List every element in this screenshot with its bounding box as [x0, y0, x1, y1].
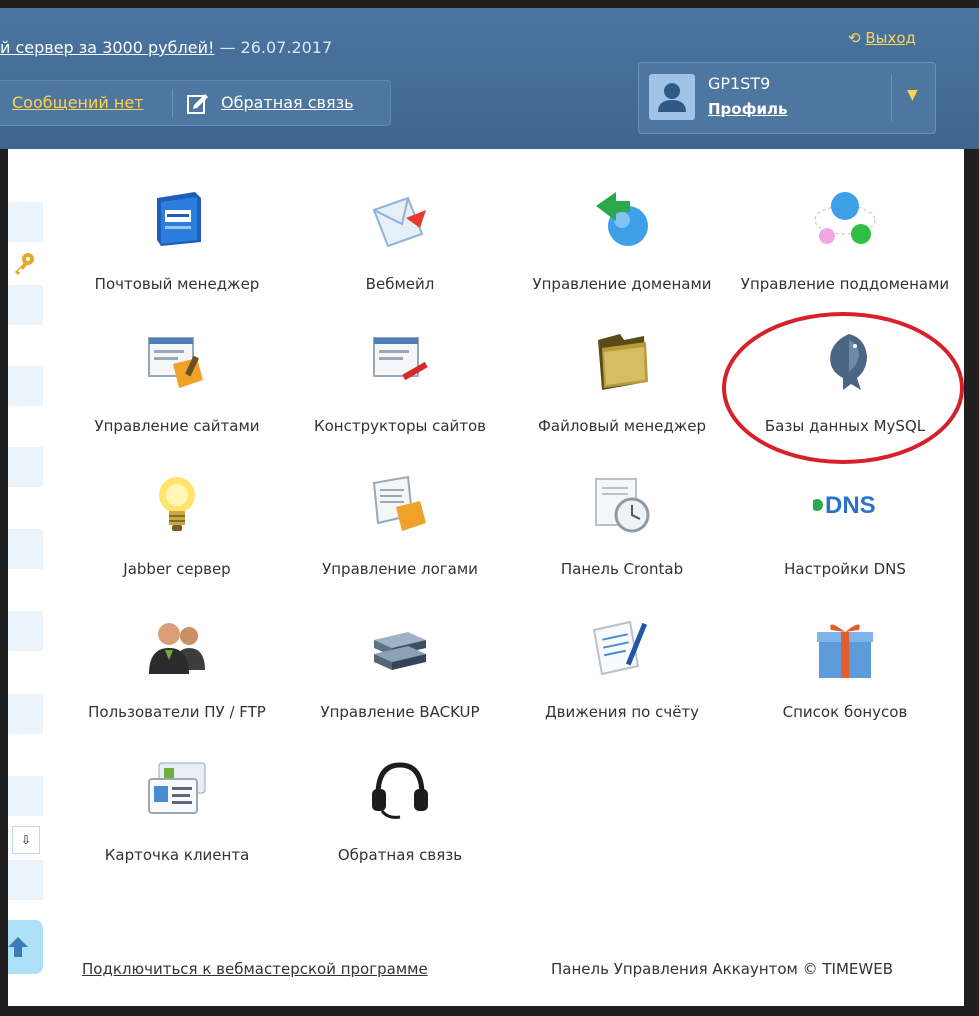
avatar[interactable]: [649, 74, 695, 120]
tile-jabber[interactable]: Jabber сервер: [87, 473, 267, 593]
tile-feedback[interactable]: Обратная связь: [310, 759, 490, 879]
sidebar-item[interactable]: [8, 776, 43, 816]
gift-icon: [817, 624, 873, 678]
tile-webmail[interactable]: Вебмейл: [310, 188, 490, 308]
key-icon[interactable]: [11, 250, 37, 276]
tile-label: Карточка клиента: [104, 846, 250, 864]
tile-backup[interactable]: Управление BACKUP: [310, 616, 490, 736]
sidebar-item[interactable]: [8, 611, 43, 651]
tile-label: Пользователи ПУ / FTP: [88, 703, 266, 721]
tile-label: Конструкторы сайтов: [313, 417, 487, 435]
exit-icon: ⟲: [848, 29, 861, 47]
tile-label: Список бонусов: [782, 703, 908, 721]
tile-mail-manager[interactable]: Почтовый менеджер: [87, 188, 267, 308]
arrow-up-icon: [8, 937, 28, 957]
tile-label: Файловый менеджер: [537, 417, 707, 435]
sidebar-select[interactable]: ⇩: [12, 826, 40, 854]
sidebar-item[interactable]: [8, 860, 43, 900]
tile-domains[interactable]: Управление доменами: [532, 188, 712, 308]
dns-icon: DNS: [813, 492, 876, 519]
scroll-up-button[interactable]: [8, 920, 43, 974]
folder-icon: [598, 334, 648, 390]
sidebar-item[interactable]: [8, 447, 43, 487]
logs-icon: [372, 475, 426, 531]
feedback-link[interactable]: Обратная связь: [221, 93, 354, 112]
webmaster-program-link[interactable]: Подключиться к вебмастерской программе: [82, 960, 428, 978]
dns-icon-text: DNS: [825, 492, 876, 519]
user-icon: [658, 83, 686, 112]
site-builder-icon: [373, 337, 428, 381]
tile-client-card[interactable]: Карточка клиента: [87, 759, 267, 879]
tile-label: Обратная связь: [337, 846, 463, 864]
promo-text: й сервер за 3000 рублей! — 26.07.2017: [0, 38, 332, 57]
tile-bonuses[interactable]: Список бонусов: [755, 616, 935, 736]
tile-subdomains[interactable]: Управление поддоменами: [741, 188, 949, 308]
users-icon: [149, 623, 205, 674]
document-pen-icon: [592, 620, 648, 676]
tile-label: Управление поддоменами: [740, 275, 950, 293]
messages-link[interactable]: Сообщений нет: [12, 93, 144, 112]
profile-link[interactable]: Профиль: [708, 100, 787, 118]
crontab-clock-icon: [595, 478, 650, 533]
username: GP1ST9: [708, 74, 771, 93]
site-window-icon: [148, 337, 203, 388]
edit-note-icon[interactable]: [186, 91, 210, 115]
sidebar-item[interactable]: [8, 366, 43, 406]
exit-link[interactable]: ⟲ Выход: [848, 29, 916, 47]
tile-logs[interactable]: Управление логами: [310, 473, 490, 593]
tile-label: Панель Crontab: [560, 560, 684, 578]
tile-sites[interactable]: Управление сайтами: [87, 330, 267, 450]
mailbox-icon: [157, 192, 201, 246]
lightbulb-icon: [159, 477, 195, 531]
tile-site-builders[interactable]: Конструкторы сайтов: [310, 330, 490, 450]
chevron-down-icon[interactable]: ▼: [907, 87, 918, 103]
promo-link[interactable]: й сервер за 3000 рублей!: [0, 38, 214, 57]
tile-label: Почтовый менеджер: [94, 275, 260, 293]
domain-globe-icon: [596, 192, 648, 246]
tile-label: Движения по счёту: [544, 703, 700, 721]
tile-users-ftp[interactable]: Пользователи ПУ / FTP: [87, 616, 267, 736]
subdomain-spheres-icon: [814, 192, 876, 244]
header: й сервер за 3000 рублей! — 26.07.2017 Со…: [0, 8, 979, 149]
tile-label: Управление сайтами: [94, 417, 260, 435]
tile-label: Вебмейл: [365, 275, 435, 293]
sidebar-item[interactable]: [8, 529, 43, 569]
tile-label: Управление доменами: [532, 275, 712, 293]
headset-icon: [372, 762, 428, 819]
profile-box[interactable]: GP1ST9 Профиль ▼: [638, 62, 936, 134]
divider: [891, 75, 892, 121]
server-backup-icon: [374, 632, 426, 670]
tile-label: Управление BACKUP: [320, 703, 480, 721]
tile-account-transactions[interactable]: Движения по счёту: [532, 616, 712, 736]
envelope-icon: [372, 196, 426, 248]
promo-date: — 26.07.2017: [219, 38, 333, 57]
divider: [172, 89, 173, 117]
messages-bar: Сообщений нет Обратная связь: [0, 80, 391, 126]
tile-crontab[interactable]: Панель Crontab: [532, 473, 712, 593]
copyright-text: Панель Управления Аккаунтом © TIMEWEB: [551, 960, 893, 978]
client-card-icon: [148, 762, 206, 814]
tile-label: Настройки DNS: [784, 560, 906, 578]
sidebar-item[interactable]: [8, 285, 43, 325]
exit-label: Выход: [865, 29, 916, 47]
tile-label: Jabber сервер: [123, 560, 231, 578]
tile-file-manager[interactable]: Файловый менеджер: [532, 330, 712, 450]
tile-label: Управление логами: [322, 560, 478, 578]
tile-dns[interactable]: DNS Настройки DNS: [755, 473, 935, 593]
sidebar-item[interactable]: [8, 202, 43, 242]
sidebar-item[interactable]: [8, 694, 43, 734]
highlight-ellipse: [722, 312, 964, 464]
